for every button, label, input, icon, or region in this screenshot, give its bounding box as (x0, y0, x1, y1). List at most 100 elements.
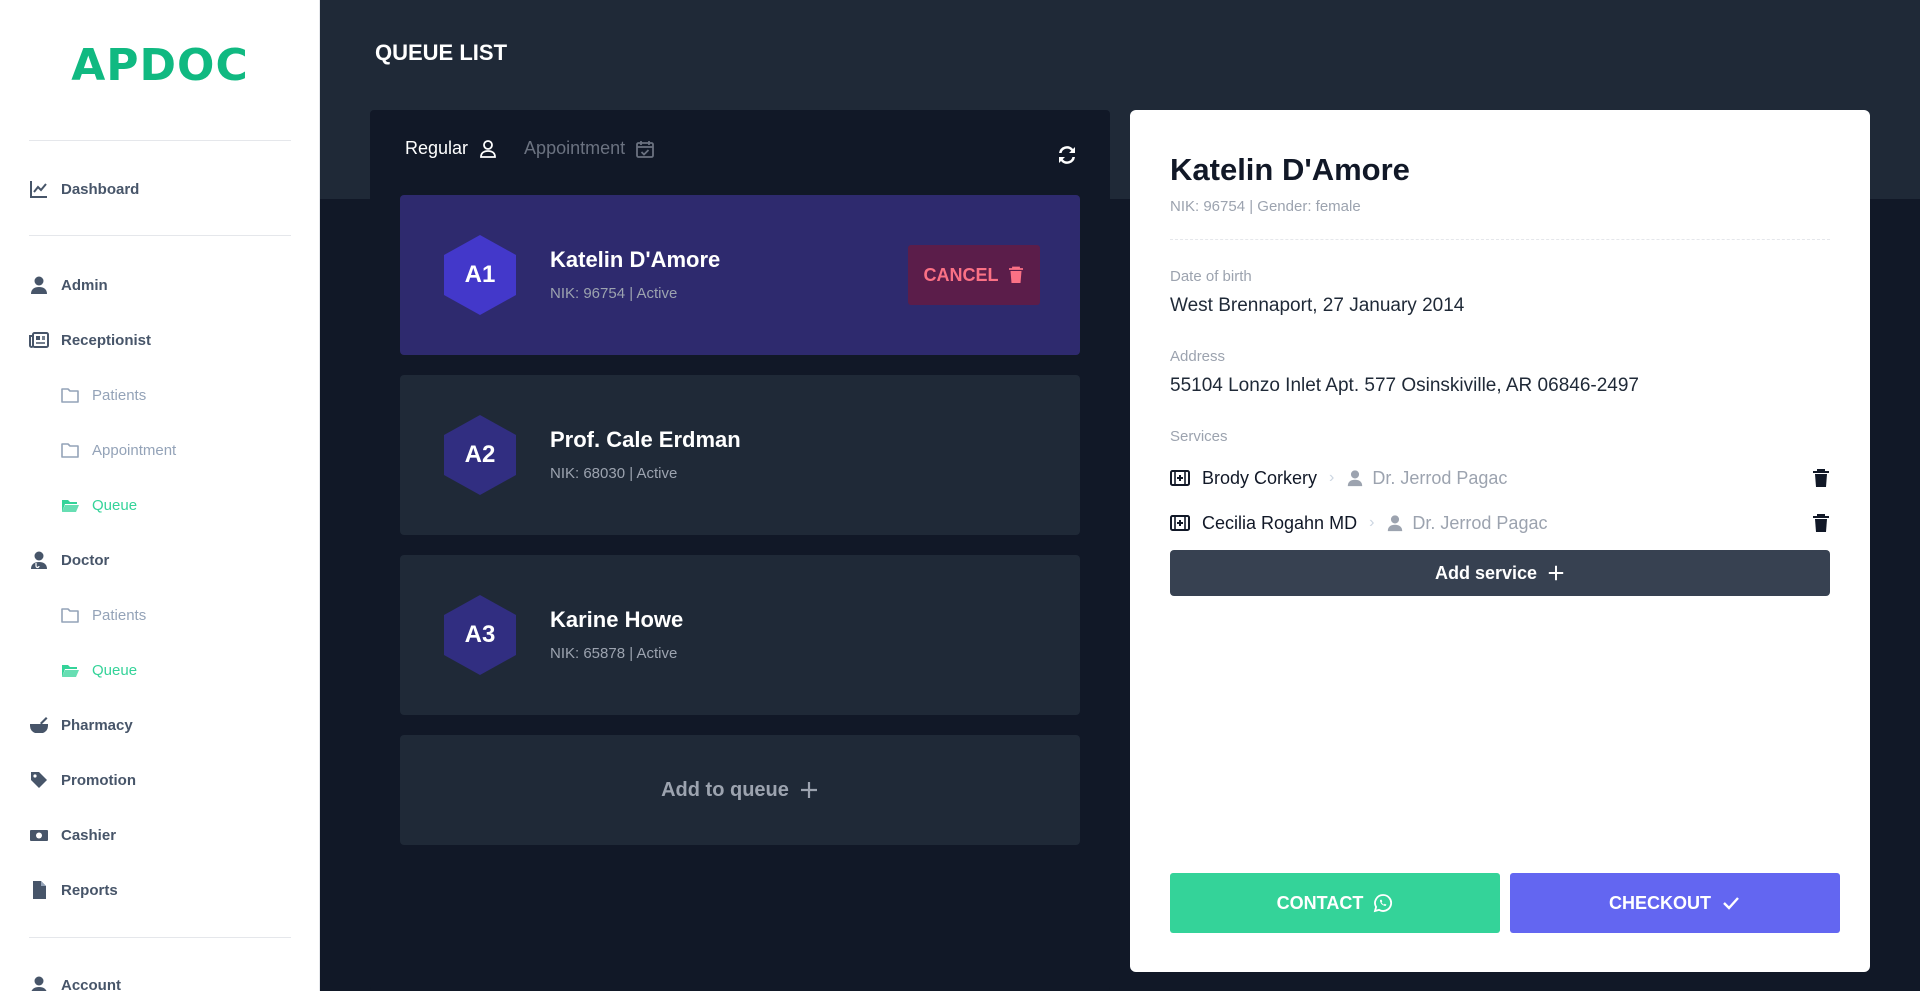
sidebar-item-label: Account (61, 976, 121, 991)
trash-icon[interactable] (1812, 468, 1830, 488)
plus-icon (800, 782, 817, 798)
user-icon (31, 976, 47, 991)
sidebar-item-label: Cashier (61, 826, 117, 844)
file-icon (33, 881, 46, 899)
address-label: Address (1170, 348, 1226, 365)
queue-tabs: Regular Appointment (405, 138, 655, 159)
dob-value: West Brennaport, 27 January 2014 (1170, 295, 1465, 316)
trash-icon (1008, 266, 1023, 283)
sidebar-item-dashboard[interactable]: Dashboard (29, 174, 139, 204)
tab-appointment[interactable]: Appointment (524, 138, 655, 159)
sidebar-item-label: Doctor (61, 551, 110, 569)
tab-regular[interactable]: Regular (405, 138, 498, 159)
mortar-pestle-icon (30, 717, 48, 733)
sidebar-item-label: Pharmacy (61, 716, 133, 734)
app-logo[interactable]: APDOC (0, 40, 320, 91)
dob-label: Date of birth (1170, 268, 1252, 285)
chart-line-icon (30, 181, 47, 198)
plus-icon (1548, 565, 1564, 581)
sidebar-divider (29, 140, 291, 141)
sidebar-subitem-receptionist-queue[interactable]: Queue (60, 490, 137, 520)
contact-button[interactable]: CONTACT (1170, 873, 1500, 933)
sidebar-item-label: Promotion (61, 771, 136, 789)
trash-icon[interactable] (1812, 513, 1830, 533)
queue-patient-meta: NIK: 65878 | Active (550, 645, 678, 662)
sidebar-item-receptionist[interactable]: Receptionist (29, 325, 151, 355)
folder-open-icon (62, 500, 79, 512)
sidebar-item-label: Patients (92, 606, 147, 624)
service-row: Cecilia Rogahn MD › Dr. Jerrod Pagac (1170, 508, 1830, 538)
sidebar-subitem-doctor-patients[interactable]: Patients (60, 600, 146, 630)
service-name: Brody Corkery (1202, 467, 1318, 488)
patient-sub-info: NIK: 96754 | Gender: female (1170, 198, 1361, 215)
sidebar-item-promotion[interactable]: Promotion (29, 765, 136, 795)
service-doctor: Dr. Jerrod Pagac (1372, 467, 1508, 488)
sidebar-item-account[interactable]: Account (29, 970, 121, 991)
add-to-queue-button[interactable]: Add to queue (400, 735, 1080, 845)
sidebar-item-label: Appointment (92, 441, 177, 459)
sidebar-subitem-receptionist-patients[interactable]: Patients (60, 380, 146, 410)
sidebar-item-label: Admin (61, 276, 108, 294)
sidebar-item-label: Queue (92, 496, 138, 514)
sidebar-divider (29, 235, 291, 236)
sidebar-item-label: Patients (92, 386, 147, 404)
user-icon (31, 276, 47, 294)
add-service-label: Add service (1434, 562, 1538, 583)
user-outline-icon (480, 139, 496, 158)
sidebar: APDOC Dashboard Admin Receptionist Patie… (0, 0, 320, 991)
chevron-right-icon: › (1329, 469, 1335, 486)
queue-patient-meta: NIK: 68030 | Active (550, 465, 678, 482)
queue-patient-name: Karine Howe (550, 607, 684, 632)
sidebar-item-doctor[interactable]: Doctor (29, 545, 109, 575)
queue-panel: Regular Appointment A1 Katelin D'Amore N… (370, 110, 1110, 991)
folder-open-icon (62, 665, 79, 677)
queue-item[interactable]: A2 Prof. Cale Erdman NIK: 68030 | Active (400, 375, 1080, 535)
checkout-label: CHECKOUT (1609, 892, 1711, 913)
queue-number-badge: A3 (444, 595, 516, 675)
user-doctor-icon (1388, 515, 1403, 532)
folder-icon (61, 608, 79, 623)
queue-item[interactable]: A1 Katelin D'Amore NIK: 96754 | Active C… (400, 195, 1080, 355)
sidebar-item-label: Queue (92, 661, 138, 679)
money-bill-icon (30, 830, 48, 841)
sidebar-divider (29, 937, 291, 938)
newspaper-icon (29, 332, 49, 348)
cancel-label: CANCEL (923, 264, 999, 285)
folder-icon (61, 388, 79, 403)
check-icon (1723, 897, 1739, 910)
sidebar-item-label: Receptionist (61, 331, 152, 349)
sidebar-item-reports[interactable]: Reports (29, 875, 118, 905)
sidebar-item-cashier[interactable]: Cashier (29, 820, 116, 850)
patient-name: Katelin D'Amore (1170, 152, 1410, 187)
chevron-right-icon: › (1369, 514, 1375, 531)
queue-patient-meta: NIK: 96754 | Active (550, 285, 678, 302)
checkout-button[interactable]: CHECKOUT (1510, 873, 1840, 933)
medical-kit-icon (1170, 515, 1190, 531)
queue-patient-name: Prof. Cale Erdman (550, 427, 741, 452)
detail-divider (1170, 239, 1830, 240)
user-doctor-icon (1348, 470, 1363, 487)
sidebar-item-pharmacy[interactable]: Pharmacy (29, 710, 133, 740)
page-title: QUEUE LIST (375, 40, 508, 65)
tag-icon (31, 772, 47, 788)
medical-kit-icon (1170, 470, 1190, 486)
calendar-check-icon (636, 140, 655, 158)
sidebar-item-admin[interactable]: Admin (29, 270, 108, 300)
patient-detail-panel: Katelin D'Amore NIK: 96754 | Gender: fem… (1130, 110, 1870, 972)
service-row: Brody Corkery › Dr. Jerrod Pagac (1170, 463, 1830, 493)
tab-label: Regular (405, 138, 469, 158)
queue-item[interactable]: A3 Karine Howe NIK: 65878 | Active (400, 555, 1080, 715)
queue-number-badge: A1 (444, 235, 516, 315)
sidebar-subitem-receptionist-appointment[interactable]: Appointment (60, 435, 176, 465)
sidebar-item-label: Dashboard (61, 180, 140, 198)
whatsapp-icon (1374, 894, 1393, 913)
sidebar-item-label: Reports (61, 881, 118, 899)
refresh-icon[interactable] (1055, 143, 1079, 167)
sidebar-subitem-doctor-queue[interactable]: Queue (60, 655, 137, 685)
add-service-button[interactable]: Add service (1170, 550, 1830, 596)
add-to-queue-label: Add to queue (661, 778, 789, 801)
queue-number-badge: A2 (444, 415, 516, 495)
user-doctor-icon (31, 551, 47, 569)
cancel-button[interactable]: CANCEL (908, 245, 1040, 305)
folder-icon (61, 443, 79, 458)
